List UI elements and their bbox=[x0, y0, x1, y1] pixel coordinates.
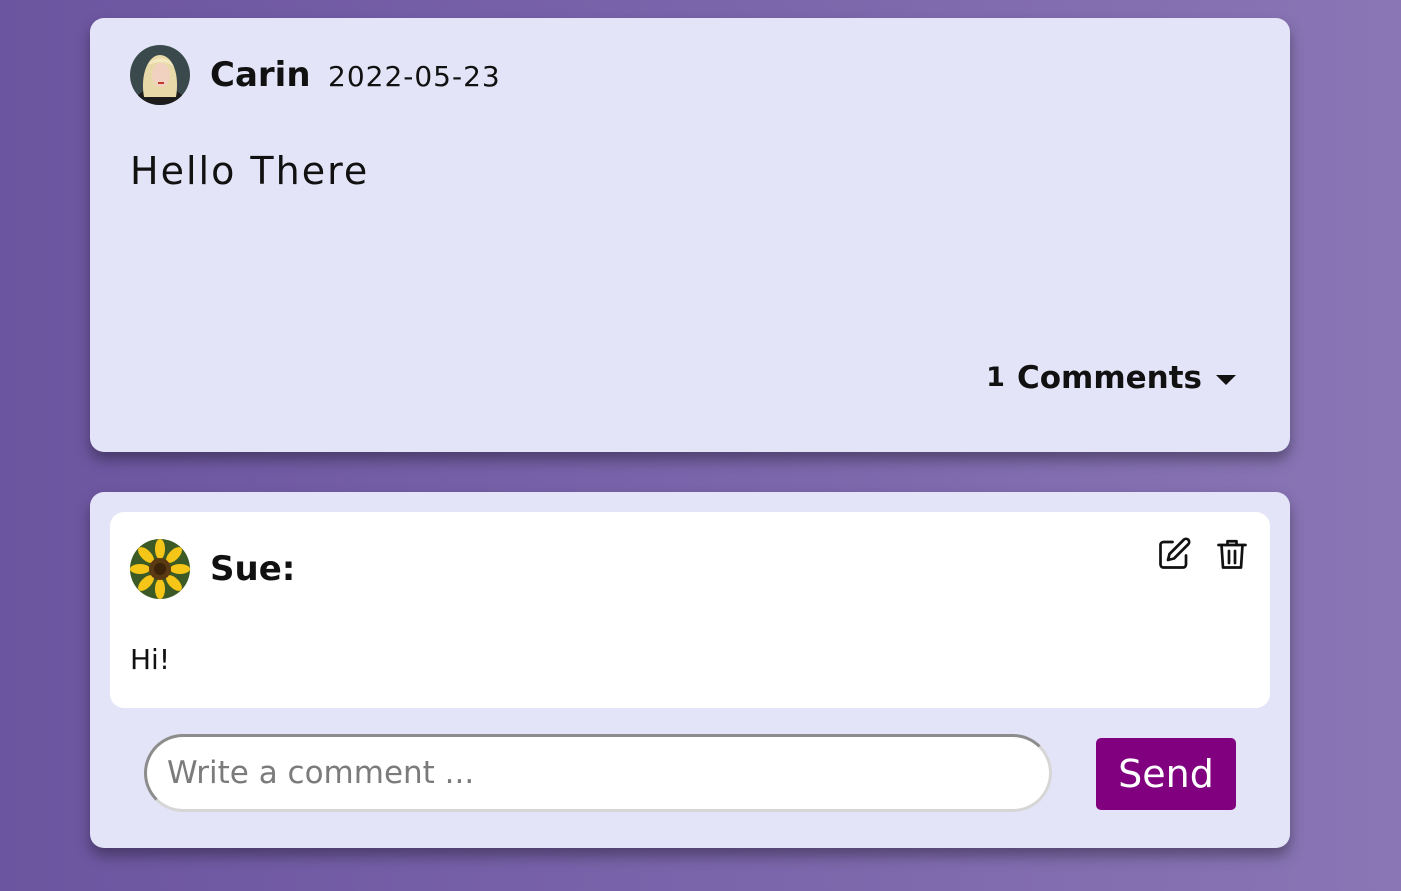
comments-section: Sue: Hi! Send bbox=[90, 492, 1290, 848]
post-date: 2022-05-23 bbox=[328, 60, 501, 93]
post-body: Hello There bbox=[130, 149, 370, 193]
post-card: Carin 2022-05-23 Hello There 1 Comments bbox=[90, 18, 1290, 452]
caret-down-icon bbox=[1216, 375, 1236, 385]
post-author-avatar[interactable] bbox=[130, 45, 190, 105]
post-author-name: Carin bbox=[210, 55, 311, 95]
comment-text: Hi! bbox=[130, 643, 171, 676]
edit-icon[interactable] bbox=[1156, 536, 1192, 572]
comments-toggle[interactable]: 1 Comments bbox=[986, 358, 1236, 398]
trash-icon[interactable] bbox=[1214, 536, 1250, 572]
send-button[interactable]: Send bbox=[1096, 738, 1236, 810]
comment-author-avatar[interactable] bbox=[130, 539, 190, 599]
comments-label: Comments bbox=[1016, 360, 1202, 396]
comment-author-name: Sue: bbox=[210, 549, 296, 589]
comment-item: Sue: Hi! bbox=[110, 512, 1270, 708]
comment-input[interactable] bbox=[144, 734, 1052, 812]
comments-count: 1 bbox=[986, 362, 1005, 393]
comment-actions bbox=[1134, 536, 1250, 572]
